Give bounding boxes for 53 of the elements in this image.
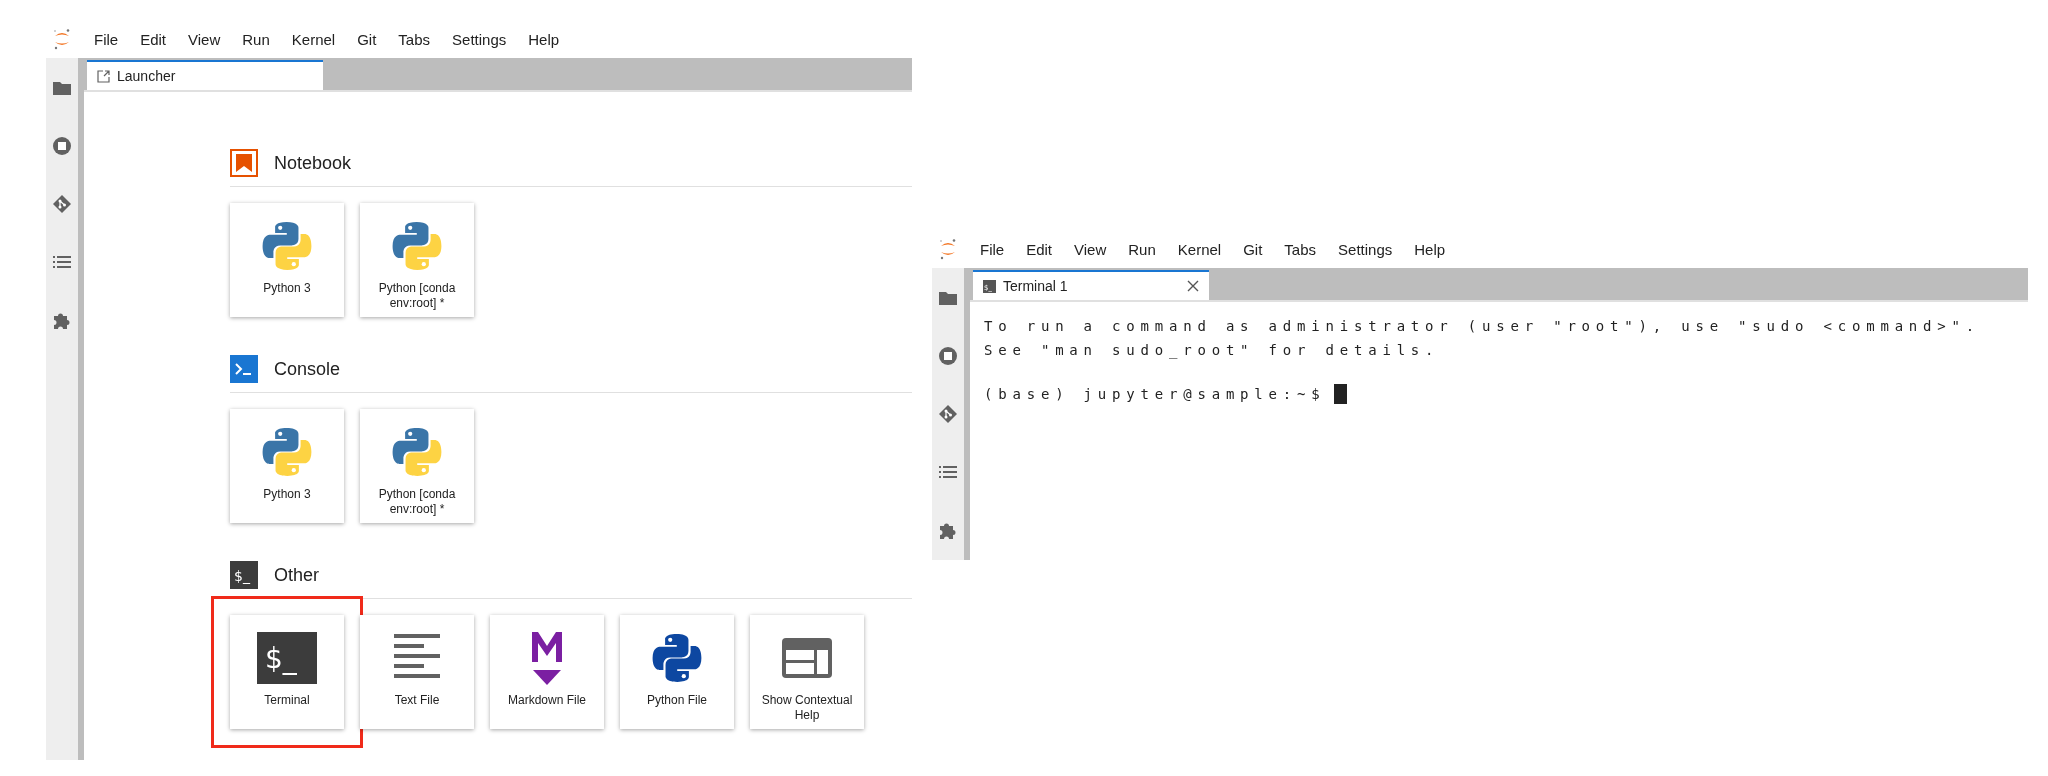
python-logo-icon bbox=[261, 220, 313, 272]
menu-item[interactable]: File bbox=[94, 30, 119, 48]
close-icon[interactable] bbox=[1187, 280, 1199, 292]
launcher-card[interactable]: Python File bbox=[620, 615, 734, 729]
external-link-icon bbox=[97, 69, 110, 83]
terminal-output: To run a command as administrator (user "root"), use "sudo <command>". bbox=[984, 317, 1981, 336]
menu-item[interactable]: Kernel bbox=[1177, 240, 1222, 258]
menu-item[interactable]: Help bbox=[1414, 240, 1446, 258]
launcher-card[interactable]: $_ Terminal bbox=[230, 615, 344, 729]
launcher-card[interactable]: Text File bbox=[360, 615, 474, 729]
menu-item[interactable]: Tabs bbox=[398, 30, 431, 48]
menu-item[interactable]: Git bbox=[1243, 240, 1263, 258]
menu-item[interactable]: Run bbox=[1128, 240, 1156, 258]
launcher-card[interactable]: Python [conda env:root] * bbox=[360, 203, 474, 317]
menu-item[interactable]: Settings bbox=[1338, 240, 1393, 258]
menu-item[interactable]: Tabs bbox=[1284, 240, 1317, 258]
stop-circle-icon[interactable] bbox=[938, 346, 958, 366]
terminal-output: See "man sudo_root" for details. bbox=[984, 341, 1441, 361]
menu-item[interactable]: Git bbox=[357, 30, 377, 48]
console-prompt-icon bbox=[230, 355, 258, 383]
menu-item[interactable]: Help bbox=[528, 30, 560, 48]
notebook-bookmark-icon bbox=[230, 149, 258, 177]
python-logo-icon bbox=[651, 632, 703, 684]
menu-item[interactable]: View bbox=[188, 30, 221, 48]
section-title: Notebook bbox=[274, 152, 352, 174]
launcher-card[interactable]: Show Contextual Help bbox=[750, 615, 864, 729]
launcher-card[interactable]: Python 3 bbox=[230, 203, 344, 317]
menu-item[interactable]: Run bbox=[242, 30, 270, 48]
menu-item[interactable]: Kernel bbox=[291, 30, 336, 48]
tab[interactable]: Launcher bbox=[87, 60, 323, 90]
section-title: Other bbox=[274, 564, 320, 586]
markdown-m-icon bbox=[530, 630, 564, 686]
menu-item[interactable]: Edit bbox=[1026, 240, 1053, 258]
python-logo-icon bbox=[391, 220, 443, 272]
python-logo-icon bbox=[391, 426, 443, 478]
jupyter-logo-icon bbox=[938, 238, 958, 260]
python-logo-icon bbox=[261, 426, 313, 478]
terminal-icon: $_ bbox=[257, 632, 317, 684]
terminal-prompt: (base) jupyter@sample:~$ bbox=[984, 385, 1326, 404]
git-diamond-icon[interactable] bbox=[52, 194, 72, 214]
menu-item[interactable]: View bbox=[1074, 240, 1107, 258]
stop-circle-icon[interactable] bbox=[52, 136, 72, 156]
layout-panel-icon bbox=[782, 638, 832, 678]
terminal-icon: $_ bbox=[230, 561, 258, 589]
launcher-card[interactable]: Python 3 bbox=[230, 409, 344, 523]
git-diamond-icon[interactable] bbox=[938, 404, 958, 424]
launcher-card[interactable]: Python [conda env:root] * bbox=[360, 409, 474, 523]
menu-item[interactable]: Settings bbox=[452, 30, 507, 48]
jupyter-logo-icon bbox=[52, 28, 72, 50]
menu-item[interactable]: Edit bbox=[140, 30, 167, 48]
menu-item[interactable]: File bbox=[980, 240, 1005, 258]
section-title: Console bbox=[274, 358, 341, 380]
launcher-card[interactable]: Markdown File bbox=[490, 615, 604, 729]
